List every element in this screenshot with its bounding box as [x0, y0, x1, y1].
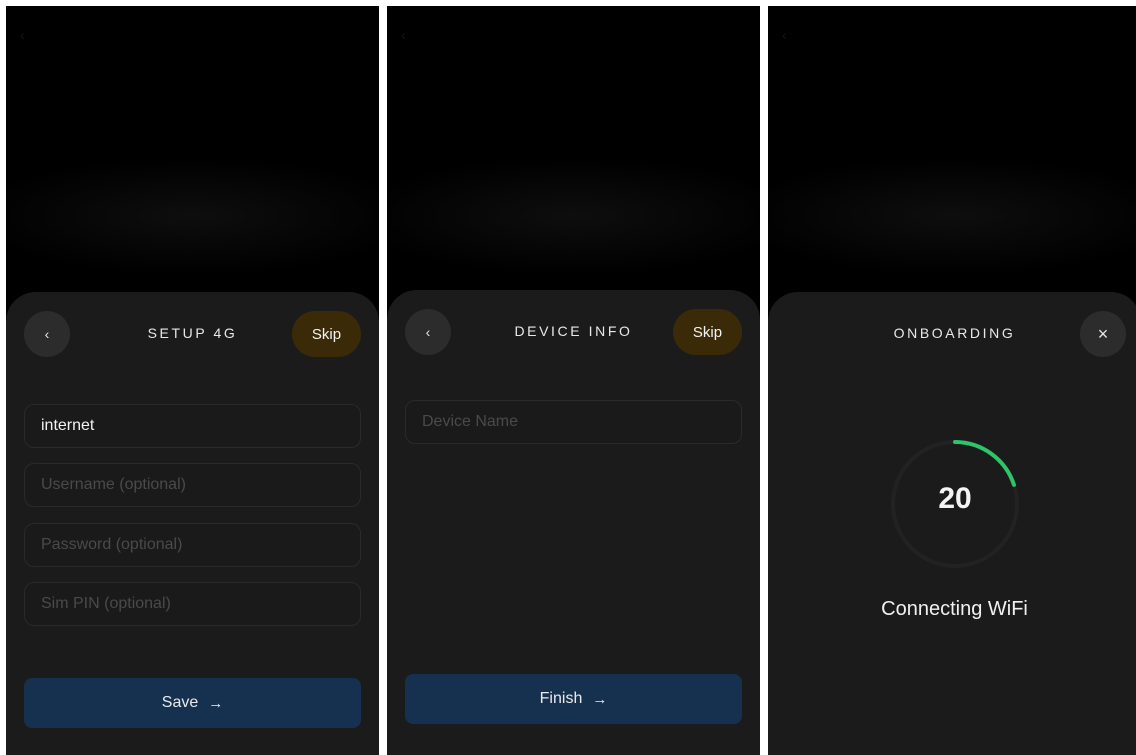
skip-button[interactable]: Skip: [292, 311, 361, 357]
sheet-header: ‹ SETUP 4G Skip: [6, 292, 379, 382]
background-glow: [768, 156, 1136, 276]
onboarding-screen: ‹ ONBOARDING × 20 Connecting WiFi: [768, 6, 1136, 755]
close-button[interactable]: ×: [1080, 311, 1126, 357]
finish-button[interactable]: Finish →: [405, 674, 742, 724]
top-back-icon[interactable]: ‹: [782, 28, 787, 42]
ring-progress-arc: [953, 440, 1016, 487]
username-field-placeholder: Username (optional): [41, 476, 186, 493]
sim-pin-field-placeholder: Sim PIN (optional): [41, 595, 171, 612]
bottom-sheet: ONBOARDING × 20 Connecting WiFi: [768, 292, 1136, 755]
bottom-sheet: ‹ DEVICE INFO Skip Device Name Finish →: [387, 290, 760, 755]
username-field[interactable]: Username (optional): [24, 463, 361, 507]
password-field[interactable]: Password (optional): [24, 523, 361, 567]
status-text: Connecting WiFi: [881, 598, 1028, 620]
save-button-label: Save: [161, 694, 199, 711]
bottom-sheet: ‹ SETUP 4G Skip internet Username (optio…: [6, 292, 379, 755]
background-glow: [387, 156, 760, 276]
countdown-ring: 20: [889, 438, 1021, 570]
setup-4g-screen: ‹ ‹ SETUP 4G Skip internet Username (opt…: [6, 6, 379, 755]
password-field-placeholder: Password (optional): [41, 536, 183, 553]
background-glow: [6, 156, 379, 276]
apn-field[interactable]: internet: [24, 404, 361, 448]
countdown-number: 20: [938, 482, 972, 515]
save-button[interactable]: Save →: [24, 678, 361, 728]
skip-button[interactable]: Skip: [673, 309, 742, 355]
arrow-right-icon: →: [208, 694, 224, 712]
top-back-icon[interactable]: ‹: [401, 28, 406, 42]
device-name-field-placeholder: Device Name: [422, 413, 519, 430]
sheet-header: ‹ DEVICE INFO Skip: [387, 290, 760, 380]
close-icon: ×: [1097, 323, 1109, 344]
apn-field-value: internet: [41, 417, 95, 434]
sheet-header: ONBOARDING ×: [768, 292, 1136, 382]
arrow-right-icon: →: [592, 690, 608, 708]
device-info-screen: ‹ ‹ DEVICE INFO Skip Device Name Finish …: [387, 6, 760, 755]
sim-pin-field[interactable]: Sim PIN (optional): [24, 582, 361, 626]
top-back-icon[interactable]: ‹: [20, 28, 25, 42]
finish-button-label: Finish: [539, 690, 583, 707]
device-name-field[interactable]: Device Name: [405, 400, 742, 444]
